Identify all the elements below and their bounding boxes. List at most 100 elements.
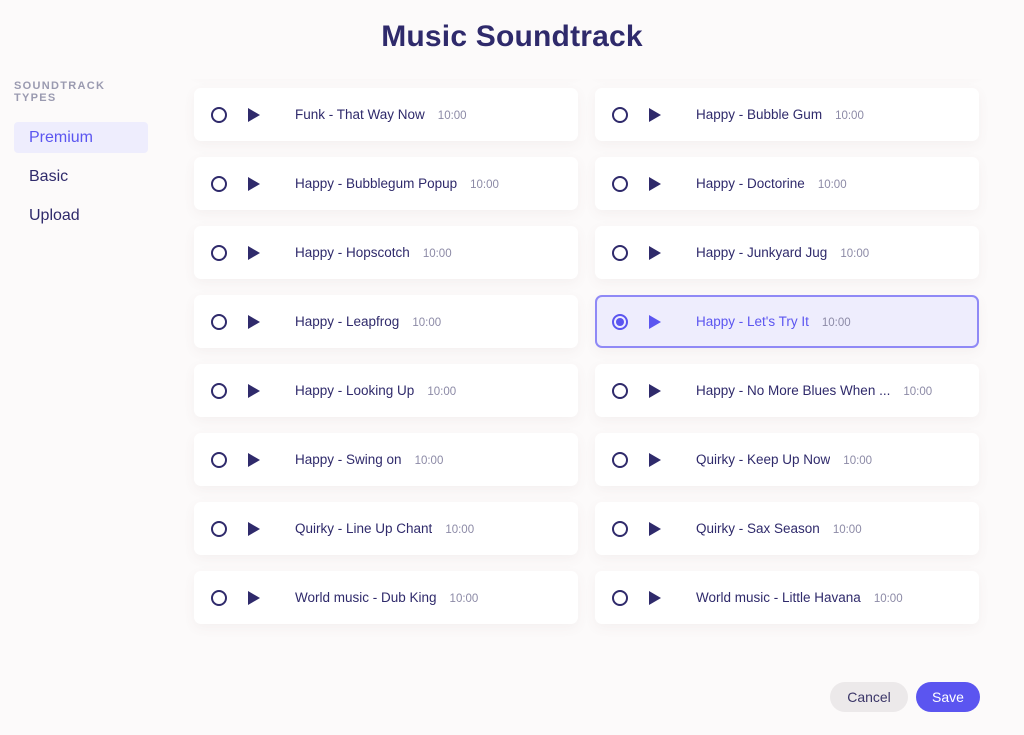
play-icon[interactable] — [248, 314, 260, 329]
track-info: World music - Dub King 10:00 — [295, 590, 478, 605]
play-icon[interactable] — [649, 176, 661, 191]
radio-button-icon[interactable] — [211, 313, 227, 330]
play-icon[interactable] — [248, 107, 260, 122]
radio-button-icon[interactable] — [211, 589, 227, 606]
track-list-scroll-area[interactable]: Funk - That Way Now 10:00 Happy - Bubble G… — [180, 79, 994, 654]
track-card[interactable]: World music - Dub King 10:00 — [194, 571, 578, 624]
save-button[interactable]: Save — [916, 682, 980, 712]
track-info: Happy - Bubblegum Popup 10:00 — [295, 176, 499, 191]
track-card[interactable]: Happy - Bubble Gum 10:00 — [595, 88, 979, 141]
track-name: Happy - No More Blues When ... — [696, 383, 891, 398]
track-name: World music - Dub King — [295, 590, 437, 605]
track-card[interactable]: Happy - No More Blues When ... 10:00 — [595, 364, 979, 417]
sidebar-item-premium[interactable]: Premium — [14, 122, 148, 153]
track-name: Happy - Hopscotch — [295, 245, 410, 260]
track-info: World music - Little Havana 10:00 — [696, 590, 903, 605]
play-icon[interactable] — [649, 590, 661, 605]
track-duration: 10:00 — [821, 317, 851, 329]
track-card[interactable]: Happy - Leapfrog 10:00 — [194, 295, 578, 348]
play-icon[interactable] — [649, 314, 661, 329]
track-info: Happy - Leapfrog 10:00 — [295, 314, 441, 329]
track-card[interactable]: Happy - Bubblegum Popup 10:00 — [194, 157, 578, 210]
track-name: Happy - Junkyard Jug — [696, 245, 828, 260]
track-name: Happy - Swing on — [295, 452, 402, 467]
sidebar-heading: SOUNDTRACK TYPES — [14, 80, 106, 104]
track-card[interactable]: Quirky - Keep Up Now 10:00 — [595, 433, 979, 486]
track-name: World music - Little Havana — [696, 590, 861, 605]
track-info: Quirky - Line Up Chant 10:00 — [295, 521, 474, 536]
track-card[interactable]: Happy - Junkyard Jug 10:00 — [595, 226, 979, 279]
track-duration: 10:00 — [840, 248, 870, 260]
track-card[interactable]: Happy - Looking Up 10:00 — [194, 364, 578, 417]
track-duration: 10:00 — [427, 386, 457, 398]
track-info: Happy - Bubble Gum 10:00 — [696, 107, 864, 122]
track-duration: 10:00 — [470, 179, 499, 191]
track-duration: 10:00 — [832, 524, 862, 536]
track-name: Happy - Bubblegum Popup — [295, 176, 458, 191]
track-card[interactable]: Happy - Swing on 10:00 — [194, 433, 578, 486]
radio-button-icon[interactable] — [612, 589, 628, 606]
track-info: Happy - No More Blues When ... 10:00 — [696, 383, 932, 398]
radio-button-icon[interactable] — [612, 106, 628, 123]
sidebar-item-upload[interactable]: Upload — [14, 200, 148, 231]
play-icon[interactable] — [649, 383, 661, 398]
track-card[interactable]: Happy - Hopscotch 10:00 — [194, 226, 578, 279]
play-icon[interactable] — [248, 452, 260, 467]
radio-button-icon[interactable] — [612, 175, 628, 192]
sidebar: SOUNDTRACK TYPES Premium Basic Upload — [14, 80, 148, 239]
track-name: Happy - Looking Up — [295, 383, 415, 398]
radio-button-icon[interactable] — [211, 244, 227, 261]
radio-button-icon[interactable] — [211, 451, 227, 468]
track-card[interactable]: Happy - Doctorine 10:00 — [595, 157, 979, 210]
track-info: Happy - Looking Up 10:00 — [295, 383, 456, 398]
radio-button-icon[interactable] — [612, 313, 628, 330]
track-duration: 10:00 — [873, 593, 903, 605]
play-icon[interactable] — [248, 383, 260, 398]
track-name: Funk - That Way Now — [295, 107, 425, 122]
play-icon[interactable] — [649, 107, 661, 122]
radio-button-icon[interactable] — [612, 382, 628, 399]
play-icon[interactable] — [248, 245, 260, 260]
track-duration: 10:00 — [817, 179, 847, 191]
track-duration: 10:00 — [903, 386, 933, 398]
track-duration: 10:00 — [422, 248, 452, 260]
track-duration: 10:00 — [437, 110, 467, 122]
track-info: Happy - Swing on 10:00 — [295, 452, 443, 467]
track-card[interactable]: World music - Little Havana 10:00 — [595, 571, 979, 624]
track-card[interactable]: Happy - Let's Try It 10:00 — [595, 295, 979, 348]
cancel-button[interactable]: Cancel — [830, 682, 908, 712]
radio-button-icon[interactable] — [211, 175, 227, 192]
radio-button-icon[interactable] — [612, 451, 628, 468]
play-icon[interactable] — [649, 452, 661, 467]
track-card[interactable]: Quirky - Sax Season 10:00 — [595, 502, 979, 555]
play-icon[interactable] — [248, 590, 260, 605]
track-info: Happy - Let's Try It 10:00 — [696, 314, 851, 329]
track-info: Happy - Hopscotch 10:00 — [295, 245, 452, 260]
play-icon[interactable] — [649, 521, 661, 536]
sidebar-item-basic[interactable]: Basic — [14, 161, 148, 192]
radio-button-icon[interactable] — [211, 106, 227, 123]
radio-button-icon[interactable] — [612, 244, 628, 261]
track-grid: Funk - That Way Now 10:00 Happy - Bubble G… — [194, 79, 979, 624]
track-name: Quirky - Keep Up Now — [696, 452, 831, 467]
track-name: Quirky - Sax Season — [696, 521, 820, 536]
radio-button-icon[interactable] — [211, 520, 227, 537]
track-name: Happy - Doctorine — [696, 176, 805, 191]
track-card[interactable]: Quirky - Line Up Chant 10:00 — [194, 502, 578, 555]
track-card[interactable]: Funk - That Way Now 10:00 — [194, 88, 578, 141]
radio-button-icon[interactable] — [211, 382, 227, 399]
play-icon[interactable] — [649, 245, 661, 260]
play-icon[interactable] — [248, 521, 260, 536]
track-info: Happy - Junkyard Jug 10:00 — [696, 245, 869, 260]
track-name: Quirky - Line Up Chant — [295, 521, 433, 536]
track-duration: 10:00 — [414, 455, 444, 467]
track-name: Happy - Bubble Gum — [696, 107, 823, 122]
track-info: Quirky - Sax Season 10:00 — [696, 521, 862, 536]
track-info: Quirky - Keep Up Now 10:00 — [696, 452, 872, 467]
track-duration: 10:00 — [835, 110, 864, 122]
play-icon[interactable] — [248, 176, 260, 191]
track-duration: 10:00 — [449, 593, 479, 605]
radio-button-icon[interactable] — [612, 520, 628, 537]
track-name: Happy - Let's Try It — [696, 314, 809, 329]
track-duration: 10:00 — [412, 317, 442, 329]
